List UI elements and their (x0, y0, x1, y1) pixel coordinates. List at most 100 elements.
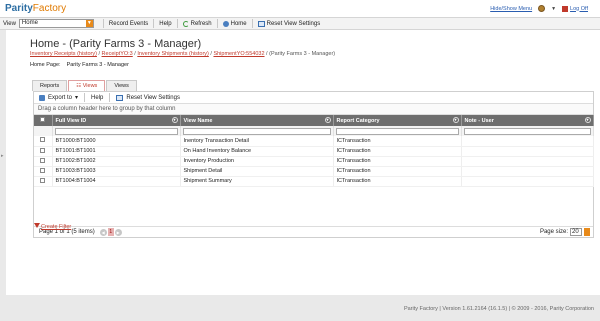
logout-link[interactable]: Log Off (570, 6, 588, 12)
table-row[interactable]: BT1000:BT1000 Inentory Transaction Detai… (34, 136, 594, 147)
tab-views[interactable]: Views (106, 80, 137, 91)
breadcrumb-link[interactable]: ShipmentYO:554032 (213, 51, 264, 57)
column-header-view-name[interactable]: View Name ▾ (180, 115, 334, 126)
column-header-label: Full View ID (55, 117, 87, 124)
column-menu-icon[interactable]: ▾ (171, 117, 178, 123)
pager: Page 1 of 1 (5 items) ◀ 1 ▶ Page size: 2… (34, 226, 593, 237)
next-page-icon[interactable]: ▶ (114, 228, 122, 236)
cell-view-name: Inventory Production (180, 156, 334, 167)
table-row[interactable]: BT1001:BT1001 On Hand Inventory Balance … (34, 146, 594, 157)
home-button[interactable]: Home (221, 20, 249, 27)
export-icon (39, 94, 45, 101)
table-row[interactable]: BT1003:BT1003 Shipment Detail ICTransact… (34, 166, 594, 177)
create-filter[interactable]: Create Filter (34, 223, 71, 230)
export-to-button[interactable]: Export to (48, 95, 72, 101)
app-header: ParityFactory Hide/Show Menu ▼ Log Off (0, 0, 600, 17)
filter-input-note-user[interactable] (463, 127, 591, 135)
breadcrumb-link[interactable]: Inventory Receipts (history) (30, 51, 97, 57)
column-menu-icon[interactable]: ▾ (452, 117, 459, 123)
grid-reset-view-icon (116, 94, 124, 101)
header-right: Hide/Show Menu ▼ Log Off (490, 5, 588, 12)
grid-reset-view-settings-button[interactable]: Reset View Settings (126, 95, 180, 101)
cell-note-user (461, 176, 594, 187)
row-checkbox[interactable] (40, 167, 46, 173)
logout-group[interactable]: Log Off (562, 5, 588, 12)
cell-view-name: Inentory Transaction Detail (180, 136, 334, 147)
filter-input-report-category[interactable] (335, 127, 459, 135)
refresh-button[interactable]: Refresh (181, 20, 214, 27)
home-page-label: Home Page: (30, 62, 61, 68)
toolbar-divider (153, 19, 155, 28)
current-page-number[interactable]: 1 (107, 228, 114, 236)
filter-input-view-name[interactable] (182, 127, 331, 135)
column-menu-icon[interactable]: ▾ (584, 117, 591, 123)
row-select-cell (34, 166, 53, 177)
toolbar-divider (176, 19, 178, 28)
filter-cell-empty (34, 126, 53, 136)
views-grid-panel: Export to ▾ Help Reset View Settings Dra… (33, 91, 594, 238)
filter-cell (52, 126, 181, 136)
hide-show-menu-link[interactable]: Hide/Show Menu (490, 6, 532, 12)
view-label: View (3, 20, 16, 27)
settings-caret-icon[interactable]: ▼ (551, 6, 556, 12)
view-dropdown-arrow-icon[interactable]: ▼ (85, 20, 93, 27)
record-events-button[interactable]: Record Events (107, 21, 150, 27)
grid-toolbar-divider (84, 93, 86, 102)
filter-cell (461, 126, 594, 136)
create-filter-link[interactable]: Create Filter (41, 224, 71, 230)
tab-views-active[interactable]: ☷ Views (68, 80, 106, 91)
column-header-full-view-id[interactable]: Full View ID ▾ (52, 115, 181, 126)
cell-report-category: ICTransaction (333, 176, 462, 187)
pager-buttons: ◀ 1 ▶ (99, 228, 122, 236)
page-size-select[interactable]: 20 (570, 228, 582, 236)
row-checkbox[interactable] (40, 147, 46, 153)
reset-view-icon (257, 20, 265, 27)
reset-view-settings-button[interactable]: Reset View Settings (256, 20, 323, 27)
select-all-header[interactable] (34, 115, 53, 126)
views-table: Full View ID ▾ View Name ▾ Report Category… (34, 115, 594, 187)
row-select-cell (34, 146, 53, 157)
row-checkbox[interactable] (40, 137, 46, 143)
help-button[interactable]: Help (157, 21, 173, 27)
filter-input-full-view-id[interactable] (54, 127, 178, 135)
sidebar-toggle-handle[interactable]: ▸ (1, 153, 4, 159)
cell-view-name: Shipment Summary (180, 176, 334, 187)
row-checkbox[interactable] (40, 177, 46, 183)
breadcrumb: Inventory Receipts (history) / ReceiptYO… (30, 51, 336, 57)
select-all-checkbox[interactable] (40, 117, 46, 122)
group-by-panel[interactable]: Drag a column header here to group by th… (34, 104, 593, 115)
app-logo[interactable]: ParityFactory (5, 3, 66, 14)
record-events-label: Record Events (108, 20, 149, 27)
view-select-value: Home (21, 20, 38, 26)
reset-view-settings-label: Reset View Settings (266, 20, 321, 27)
grid-toolbar: Export to ▾ Help Reset View Settings (34, 92, 593, 104)
column-header-report-category[interactable]: Report Category ▾ (333, 115, 462, 126)
cell-full-view-id: BT1002:BT1002 (52, 156, 181, 167)
main-toolbar: View Home ▼ Record Events Help Refresh H… (0, 17, 600, 30)
page-size-dropdown-icon[interactable] (584, 228, 590, 236)
cell-view-name: On Hand Inventory Balance (180, 146, 334, 157)
view-select[interactable]: Home ▼ (18, 19, 94, 28)
refresh-icon (182, 20, 189, 27)
prev-page-icon[interactable]: ◀ (99, 228, 107, 236)
home-globe-icon (222, 20, 229, 27)
table-row[interactable]: BT1002:BT1002 Inventory Production ICTra… (34, 156, 594, 167)
column-menu-icon[interactable]: ▾ (324, 117, 331, 123)
page-size-control: Page size: 20 (540, 228, 590, 236)
breadcrumb-link[interactable]: Inventory Shipments (history) (137, 51, 209, 57)
footer-version-info: Parity Factory | Version 1.61.2164 (16.1… (403, 306, 594, 312)
breadcrumb-link[interactable]: ReceiptYO:3 (102, 51, 133, 57)
column-header-note-user[interactable]: Note - User ▾ (461, 115, 594, 126)
logo-factory-text: Factory (32, 3, 67, 14)
row-select-cell (34, 156, 53, 167)
export-dropdown-icon[interactable]: ▾ (75, 94, 78, 101)
row-checkbox[interactable] (40, 157, 46, 163)
tab-reports[interactable]: Reports (32, 80, 68, 91)
help-label: Help (159, 20, 172, 27)
grid-icon: ☷ (76, 83, 82, 89)
settings-gear-icon[interactable] (538, 5, 546, 12)
table-row[interactable]: BT1004:BT1004 Shipment Summary ICTransac… (34, 176, 594, 187)
cell-note-user (461, 166, 594, 177)
grid-help-button[interactable]: Help (91, 95, 103, 101)
filter-row (34, 126, 594, 136)
